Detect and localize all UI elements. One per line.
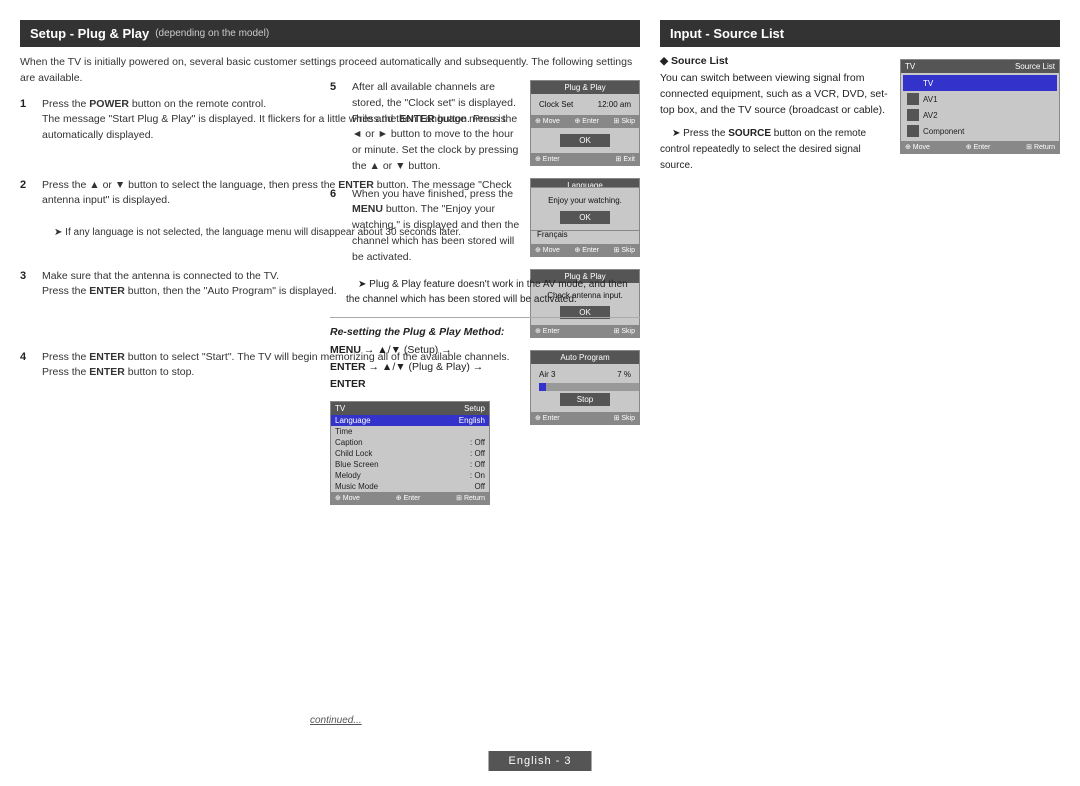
step-6-note: Plug & Play feature doesn't work in the … <box>346 277 640 307</box>
setup-item-childlock: Child Lock: Off <box>331 448 489 459</box>
source-enter-hint: ⊕ Enter <box>966 143 991 151</box>
step-5: 5 After all available channels are store… <box>330 80 640 175</box>
page-indicator: English - 3 <box>489 751 592 771</box>
source-list-content: ◆ Source List You can switch between vie… <box>660 55 1060 174</box>
source-list-description: You can switch between viewing signal fr… <box>660 71 888 118</box>
step-1-number: 1 <box>20 98 36 110</box>
step-6-tv-body: Enjoy your watching. OK <box>531 188 639 230</box>
setup-title: Setup - Plug & Play <box>30 26 149 41</box>
step-6-ok-btn: OK <box>560 211 610 224</box>
setup-menu-box: TV Setup LanguageEnglish Time Caption: O… <box>330 401 490 505</box>
source-note-text: Press the SOURCE button on the remote co… <box>660 128 866 171</box>
input-section-header: Input - Source List <box>660 20 1060 47</box>
right-panel: Input - Source List ◆ Source List You ca… <box>660 20 1060 174</box>
resetting-section: Re-setting the Plug & Play Method: MENU … <box>330 317 640 504</box>
source-list-items: TV AV1 AV2 Component <box>901 73 1059 141</box>
step-5-move-hint: ⊕ Move <box>535 117 560 125</box>
setup-subtitle: (depending on the model) <box>155 28 269 39</box>
source-tv-label: TV <box>905 62 915 71</box>
setup-item-language: LanguageEnglish <box>331 415 489 426</box>
continued-text: continued... <box>310 715 362 726</box>
step-2-number: 2 <box>20 179 36 191</box>
source-list-bullet: ◆ Source List <box>660 55 888 67</box>
step-5-content: After all available channels are stored,… <box>352 80 522 175</box>
tv-icon <box>907 77 919 89</box>
source-item-av1: AV1 <box>903 91 1057 107</box>
step-5-tv-body: Clock Set 12:00 am <box>531 94 639 115</box>
av1-icon <box>907 93 919 105</box>
source-list-text-area: ◆ Source List You can switch between vie… <box>660 55 888 174</box>
setup-menu-setup-label: Setup <box>464 404 485 413</box>
setup-menu-footer: ⊕ Move ⊕ Enter ⊞ Return <box>331 492 489 504</box>
source-return-hint: ⊞ Return <box>1026 143 1055 151</box>
setup-menu-header: TV Setup <box>331 402 489 415</box>
setup-menu-move-hint: ⊕ Move <box>335 494 360 502</box>
step-5-enter-hint: ⊕ Enter <box>574 117 599 125</box>
setup-menu-enter-hint: ⊕ Enter <box>396 494 421 502</box>
setup-menu-box-wrapper: TV Setup LanguageEnglish Time Caption: O… <box>330 401 640 505</box>
step-6-tv: Enjoy your watching. OK <box>530 187 640 231</box>
setup-section-header: Setup - Plug & Play (depending on the mo… <box>20 20 640 47</box>
setup-menu-return-hint: ⊞ Return <box>456 494 485 502</box>
source-list-note: Press the SOURCE button on the remote co… <box>660 126 888 173</box>
step-6-number: 6 <box>330 188 346 200</box>
av2-icon <box>907 109 919 121</box>
step-4-number: 4 <box>20 351 36 363</box>
setup-item-musicmode: Music ModeOff <box>331 481 489 492</box>
step-6: 6 When you have finished, press the MENU… <box>330 187 640 266</box>
source-move-hint: ⊕ Move <box>905 143 930 151</box>
setup-item-bluescreen: Blue Screen: Off <box>331 459 489 470</box>
setup-item-time: Time <box>331 426 489 437</box>
step-5-tv-footer: ⊕ Move ⊕ Enter ⊞ Skip <box>531 115 639 127</box>
step-6-content: When you have finished, press the MENU b… <box>352 187 522 266</box>
step-5-skip-hint: ⊞ Skip <box>614 117 635 125</box>
step-5-image: Plug & Play Clock Set 12:00 am ⊕ Move ⊕ … <box>530 80 640 128</box>
resetting-title: Re-setting the Plug & Play Method: <box>330 326 640 338</box>
source-list-tv-box-wrapper: TV Source List TV AV1 <box>900 55 1060 154</box>
input-title: Input - Source List <box>670 26 784 41</box>
setup-item-melody: Melody: On <box>331 470 489 481</box>
step-6-image: Enjoy your watching. OK <box>530 187 640 231</box>
setup-item-caption: Caption: Off <box>331 437 489 448</box>
source-list-tv: TV Source List TV AV1 <box>900 59 1060 154</box>
page-label: English - 3 <box>509 755 572 767</box>
step-5-tv: Plug & Play Clock Set 12:00 am ⊕ Move ⊕ … <box>530 80 640 128</box>
source-item-tv: TV <box>903 75 1057 91</box>
step-5-clock-label: Clock Set <box>539 100 573 109</box>
source-list-footer: ⊕ Move ⊕ Enter ⊞ Return <box>901 141 1059 153</box>
step-5-time: 12:00 am <box>598 100 631 109</box>
step-6-note-text: Plug & Play feature doesn't work in the … <box>346 279 628 305</box>
setup-menu-items: LanguageEnglish Time Caption: Off Child … <box>331 415 489 492</box>
page: Setup - Plug & Play (depending on the mo… <box>0 0 1080 786</box>
step-5-tv-title: Plug & Play <box>531 81 639 94</box>
source-list-tv-header: TV Source List <box>901 60 1059 73</box>
middle-panel: 5 After all available channels are store… <box>330 80 640 505</box>
setup-menu-tv-label: TV <box>335 404 345 413</box>
component-icon <box>907 125 919 137</box>
resetting-text: MENU → ▲/▼ (Setup) → ENTER → ▲/▼ (Plug &… <box>330 342 640 392</box>
step-3-number: 3 <box>20 270 36 282</box>
source-item-component: Component <box>903 123 1057 139</box>
step-5-number: 5 <box>330 81 346 93</box>
source-item-av2: AV2 <box>903 107 1057 123</box>
source-list-label: Source List <box>1015 62 1055 71</box>
